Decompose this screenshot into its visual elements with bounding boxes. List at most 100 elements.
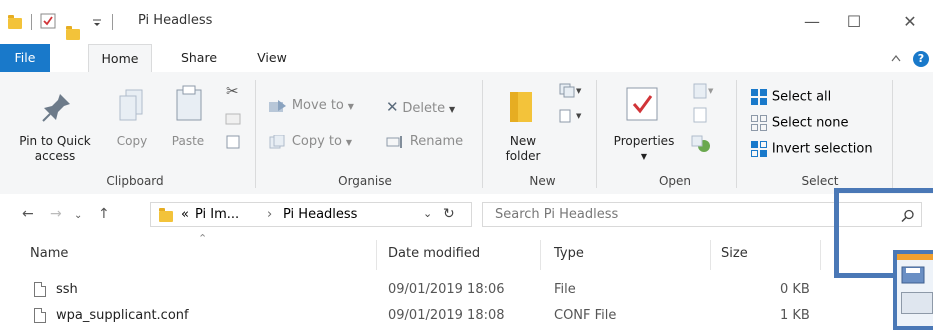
title-bar: Pi Headless — ☐ ✕ [0, 0, 933, 44]
file-name: wpa_supplicant.conf [56, 308, 189, 323]
file-name: ssh [56, 282, 78, 297]
svg-text:▼: ▼ [708, 87, 714, 95]
select-group-label: Select [801, 174, 839, 188]
column-header-type[interactable]: Type [554, 246, 584, 261]
move-to-button[interactable]: Move to ▼ [268, 98, 354, 113]
move-to-label: Move to [291, 98, 344, 113]
svg-text:▼: ▼ [576, 112, 582, 120]
select-none-button[interactable]: Select none [750, 114, 849, 132]
file-icon [34, 308, 46, 323]
delete-button[interactable]: ✕ Delete ▼ [386, 98, 455, 116]
delete-label: Delete [402, 101, 446, 116]
ribbon: Pin to Quick access Copy Paste ✂ Clipboa… [0, 72, 933, 195]
breadcrumb-separator[interactable]: › [267, 207, 272, 222]
svg-text:✂: ✂ [226, 82, 239, 100]
new-group-label: New [529, 174, 556, 188]
properties-icon [626, 87, 658, 121]
copy-to-label: Copy to [291, 134, 342, 149]
tab-file[interactable]: File [0, 44, 50, 72]
tab-share[interactable]: Share [170, 44, 228, 72]
sort-ascending-icon: ⌃ [198, 232, 208, 245]
file-type: File [554, 282, 576, 297]
paste-icon [176, 85, 202, 121]
new-item-icons: ▼ ▼ [559, 83, 582, 123]
column-header-size[interactable]: Size [721, 246, 748, 261]
column-divider[interactable] [710, 240, 711, 270]
maximize-button[interactable]: ☐ [840, 10, 868, 34]
select-all-label: Select all [771, 89, 832, 105]
table-row[interactable]: ssh 09/01/2019 18:06 File 0 KB [0, 278, 933, 302]
overlapping-window[interactable] [893, 250, 933, 330]
breadcrumb-current[interactable]: Pi Headless [283, 207, 357, 222]
close-button[interactable]: ✕ [896, 10, 924, 34]
pin-to-quick-access-button[interactable]: Pin to Quick access [0, 134, 110, 164]
table-row[interactable]: wpa_supplicant.conf 09/01/2019 18:08 CON… [0, 304, 933, 328]
up-arrow-icon[interactable]: ↑ [98, 206, 110, 222]
breadcrumb-parent[interactable]: Pi Im... [195, 207, 239, 222]
open-small-icons: ▼ [691, 83, 714, 152]
copy-icon [119, 89, 143, 121]
new-folder-label-line2: folder [505, 149, 541, 163]
tab-home[interactable]: Home [88, 44, 152, 72]
organise-group-label: Organise [338, 174, 392, 188]
forward-arrow-icon[interactable]: → [50, 206, 62, 222]
column-divider[interactable] [540, 240, 541, 270]
tab-view[interactable]: View [248, 44, 296, 72]
window-title: Pi Headless [138, 13, 213, 28]
minimize-ribbon-icon[interactable] [891, 54, 901, 62]
address-field[interactable]: « Pi Im... › Pi Headless ⌄ ↻ [150, 202, 472, 227]
file-size: 0 KB [780, 282, 810, 297]
help-icon[interactable]: ? [913, 51, 929, 67]
folder-icon [8, 15, 22, 29]
select-none-icon [751, 115, 767, 131]
column-divider[interactable] [376, 240, 377, 270]
new-folder-quick-access-icon[interactable] [66, 26, 80, 40]
ribbon-tabs: File Home Share View ? [0, 44, 933, 73]
rename-icon [386, 135, 402, 148]
minimize-button[interactable]: — [798, 10, 826, 34]
properties-button[interactable]: Properties ▼ [606, 134, 682, 164]
column-header-name[interactable]: Name [30, 246, 68, 261]
path-overflow[interactable]: « [181, 207, 189, 222]
delete-icon: ✕ [386, 98, 399, 116]
window-panel [901, 292, 933, 314]
copy-to-icon [269, 134, 285, 148]
clipboard-small-icons: ✂ [225, 82, 241, 149]
window-title-strip [897, 254, 933, 260]
search-placeholder: Search Pi Headless [495, 207, 619, 222]
file-date: 09/01/2019 18:06 [388, 282, 505, 297]
pin-label-line1: Pin to Quick [19, 134, 91, 148]
address-dropdown-chevron-icon[interactable]: ⌄ [423, 207, 432, 220]
copy-to-button[interactable]: Copy to ▼ [268, 134, 352, 149]
rename-button[interactable]: Rename [386, 134, 463, 149]
invert-selection-button[interactable]: Invert selection [750, 140, 873, 158]
save-icon [901, 266, 925, 284]
select-all-icon [751, 89, 767, 105]
new-folder-button[interactable]: New folder [488, 134, 558, 164]
new-folder-label-line1: New [509, 134, 537, 148]
address-bar-row: ← → ⌄ ↑ « Pi Im... › Pi Headless ⌄ ↻ Sea… [0, 194, 933, 234]
customize-quick-access-icon[interactable] [92, 18, 102, 28]
properties-quick-access-icon[interactable] [40, 13, 56, 29]
invert-selection-label: Invert selection [771, 141, 873, 157]
invert-selection-icon [751, 141, 767, 157]
open-group-label: Open [658, 174, 692, 188]
file-type: CONF File [554, 308, 617, 323]
refresh-icon[interactable]: ↻ [443, 206, 455, 222]
file-size: 1 KB [780, 308, 810, 323]
file-list: ⌃ Name Date modified Type Size ssh 09/01… [0, 232, 933, 330]
pin-icon [42, 94, 70, 122]
svg-text:▼: ▼ [576, 87, 582, 95]
paste-button[interactable]: Paste [168, 134, 208, 149]
column-header-date[interactable]: Date modified [388, 246, 480, 261]
move-to-icon [269, 99, 286, 112]
select-all-button[interactable]: Select all [750, 88, 831, 106]
clipboard-group-label: Clipboard [106, 174, 164, 188]
copy-button[interactable]: Copy [112, 134, 152, 149]
recent-locations-chevron-icon[interactable]: ⌄ [74, 210, 82, 221]
back-arrow-icon[interactable]: ← [22, 206, 34, 222]
column-divider[interactable] [820, 240, 821, 270]
file-date: 09/01/2019 18:08 [388, 308, 505, 323]
properties-label: Properties [613, 134, 675, 148]
select-none-label: Select none [771, 115, 849, 131]
